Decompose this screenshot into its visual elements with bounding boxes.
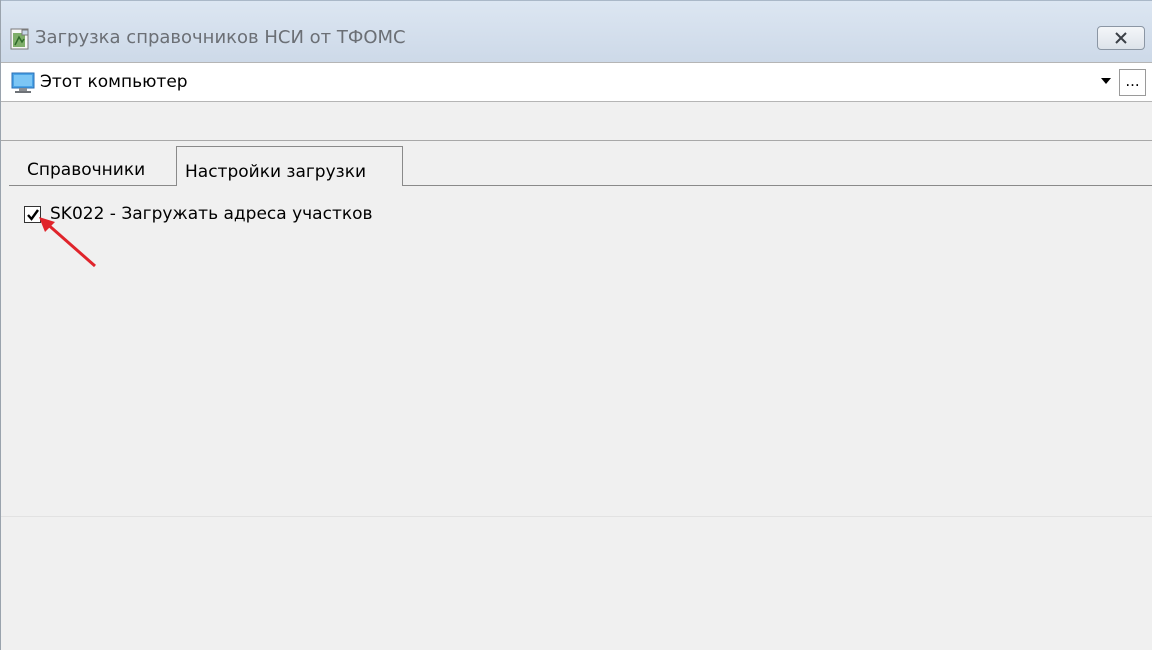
app-icon (10, 28, 30, 50)
bottom-panel (1, 517, 1152, 650)
tab-spravochniki[interactable]: Справочники (27, 156, 145, 186)
toolbar-strip (1, 103, 1152, 141)
close-button[interactable] (1097, 26, 1145, 50)
dialog-window: Загрузка справочников НСИ от ТФОМС Этот … (0, 0, 1152, 650)
browse-button[interactable]: ... (1119, 69, 1146, 96)
settings-panel: SK022 - Загружать адреса участков (1, 186, 1152, 516)
chevron-down-icon[interactable] (1101, 78, 1111, 84)
location-value: Этот компьютер (40, 72, 188, 92)
title-bar[interactable]: Загрузка справочников НСИ от ТФОМС (1, 0, 1152, 62)
red-arrow-annotation (39, 217, 96, 268)
location-combobox[interactable]: Этот компьютер ... (1, 62, 1152, 102)
tab-load-settings[interactable]: Настройки загрузки (176, 146, 403, 188)
computer-icon (11, 72, 35, 94)
tab-strip: Справочники Настройки загрузки (1, 142, 1152, 188)
close-icon (1115, 32, 1127, 44)
window-title: Загрузка справочников НСИ от ТФОМС (35, 27, 406, 48)
